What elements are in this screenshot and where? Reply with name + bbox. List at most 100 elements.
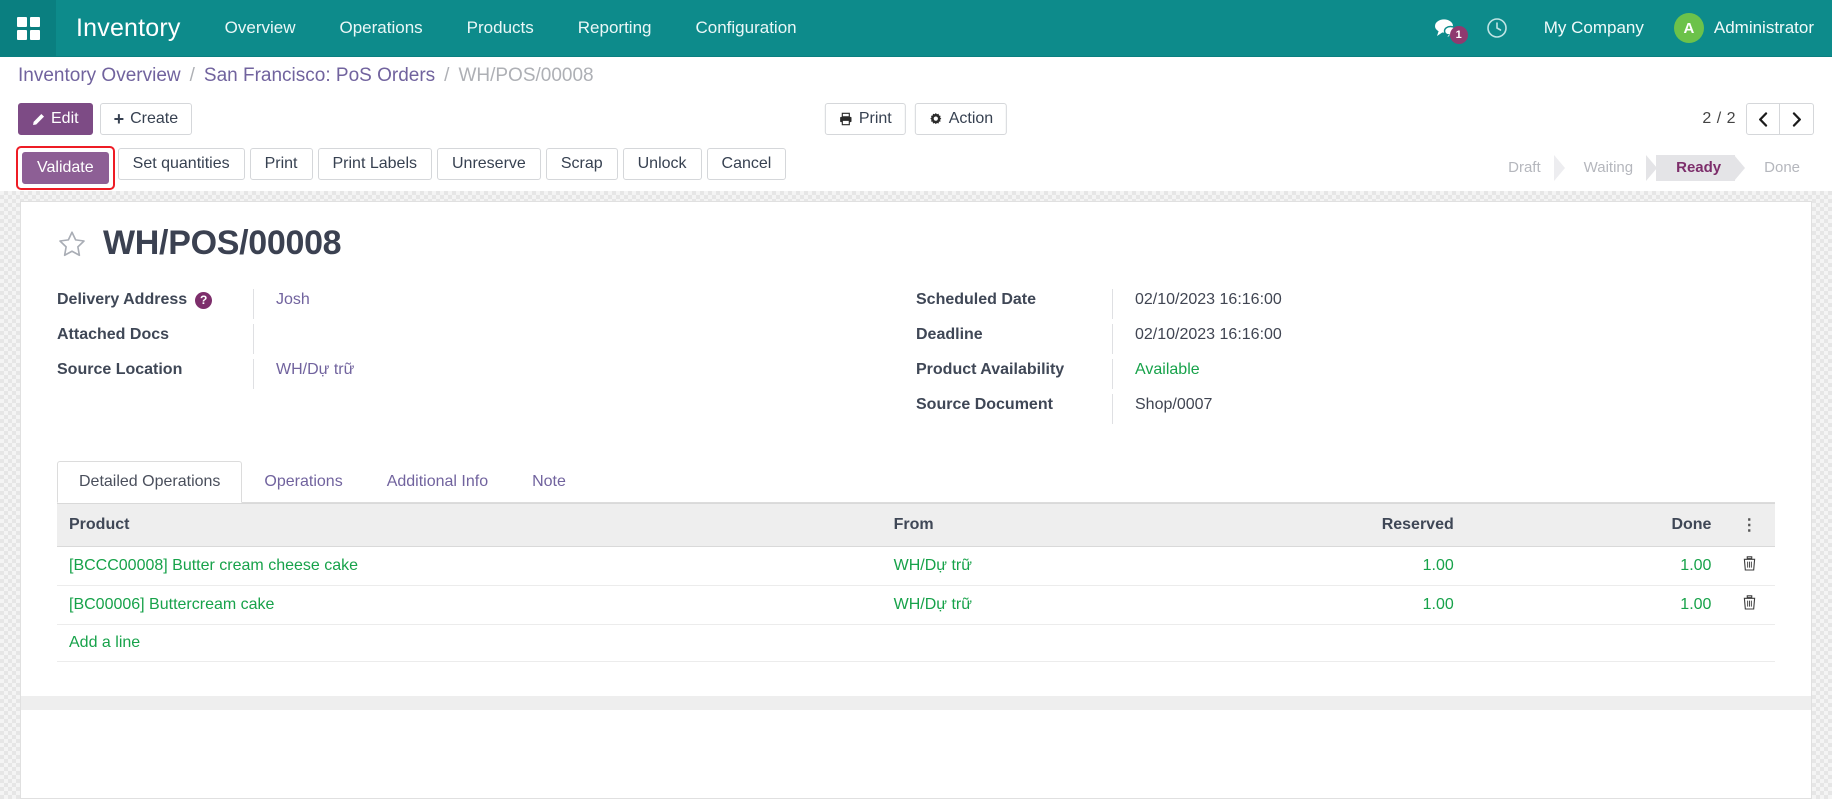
menu-item-overview[interactable]: Overview bbox=[203, 0, 318, 56]
deadline-value[interactable]: 02/10/2023 16:16:00 bbox=[1112, 324, 1751, 354]
attached-docs-value[interactable] bbox=[253, 324, 892, 354]
menu-item-products[interactable]: Products bbox=[445, 0, 556, 56]
cell-done[interactable]: 1.00 bbox=[1466, 547, 1724, 586]
company-selector[interactable]: My Company bbox=[1522, 18, 1666, 38]
column-header-done[interactable]: Done bbox=[1466, 504, 1724, 547]
unlock-button[interactable]: Unlock bbox=[623, 148, 702, 180]
detailed-operations-table: Product From Reserved Done ⋮ [BCCC00008]… bbox=[57, 503, 1775, 662]
delivery-address-value[interactable]: Josh bbox=[253, 289, 892, 319]
main-menu: Overview Operations Products Reporting C… bbox=[203, 0, 819, 56]
star-outline-icon[interactable] bbox=[57, 229, 87, 259]
set-quantities-button[interactable]: Set quantities bbox=[118, 148, 245, 180]
form-sheet: WH/POS/00008 Delivery Address ? Josh Att… bbox=[20, 201, 1812, 799]
breadcrumb-separator: / bbox=[435, 65, 458, 87]
menu-item-reporting[interactable]: Reporting bbox=[556, 0, 674, 56]
column-header-from[interactable]: From bbox=[882, 504, 1157, 547]
scheduled-date-label: Scheduled Date bbox=[916, 291, 1036, 309]
status-pipeline: Draft Waiting Ready Done bbox=[1494, 155, 1814, 181]
chevron-left-icon bbox=[1758, 112, 1768, 127]
cell-reserved[interactable]: 1.00 bbox=[1157, 586, 1466, 625]
print-workflow-button[interactable]: Print bbox=[250, 148, 313, 180]
app-brand-inventory[interactable]: Inventory bbox=[56, 14, 203, 43]
attached-docs-label: Attached Docs bbox=[57, 326, 169, 344]
column-header-product[interactable]: Product bbox=[57, 504, 882, 547]
tab-detailed-operations[interactable]: Detailed Operations bbox=[57, 461, 242, 503]
notebook-tabs: Detailed Operations Operations Additiona… bbox=[57, 461, 1775, 503]
field-label: Scheduled Date bbox=[916, 289, 1112, 309]
table-spacer bbox=[57, 662, 1775, 696]
help-icon[interactable]: ? bbox=[195, 292, 212, 309]
printer-icon bbox=[839, 112, 853, 126]
stage-draft[interactable]: Draft bbox=[1494, 155, 1555, 181]
delete-row-button[interactable] bbox=[1723, 547, 1775, 586]
pencil-icon bbox=[32, 113, 45, 126]
table-row[interactable]: [BC00006] Buttercream cake WH/Dự trữ 1.0… bbox=[57, 586, 1775, 625]
field-deadline: Deadline 02/10/2023 16:16:00 bbox=[916, 324, 1751, 359]
cell-from[interactable]: WH/Dự trữ bbox=[882, 547, 1157, 586]
user-menu[interactable]: A Administrator bbox=[1666, 13, 1814, 43]
print-labels-button[interactable]: Print Labels bbox=[318, 148, 433, 180]
field-source-document: Source Document Shop/0007 bbox=[916, 394, 1751, 429]
cell-product[interactable]: [BCCC00008] Butter cream cheese cake bbox=[57, 547, 882, 586]
column-header-reserved[interactable]: Reserved bbox=[1157, 504, 1466, 547]
add-a-line-link[interactable]: Add a line bbox=[57, 625, 1775, 662]
cell-from[interactable]: WH/Dự trữ bbox=[882, 586, 1157, 625]
action-button[interactable]: Action bbox=[915, 103, 1007, 135]
activities-button[interactable] bbox=[1472, 17, 1522, 39]
cell-product[interactable]: [BC00006] Buttercream cake bbox=[57, 586, 882, 625]
source-location-value[interactable]: WH/Dự trữ bbox=[253, 359, 892, 389]
page-title: WH/POS/00008 bbox=[103, 224, 341, 263]
stage-done[interactable]: Done bbox=[1744, 155, 1814, 181]
record-actions-group: Edit + Create bbox=[18, 103, 192, 135]
field-label: Product Availability bbox=[916, 359, 1112, 379]
apps-menu-button[interactable] bbox=[0, 0, 56, 56]
column-options-button[interactable]: ⋮ bbox=[1723, 504, 1775, 547]
table-body: [BCCC00008] Butter cream cheese cake WH/… bbox=[57, 547, 1775, 662]
trash-icon bbox=[1743, 556, 1756, 571]
pager-previous-button[interactable] bbox=[1746, 103, 1780, 135]
breadcrumb: Inventory Overview / San Francisco: PoS … bbox=[0, 56, 1832, 94]
validate-button-highlight: Validate bbox=[18, 148, 113, 188]
stage-ready[interactable]: Ready bbox=[1656, 155, 1735, 181]
breadcrumb-item-inventory-overview[interactable]: Inventory Overview bbox=[18, 65, 181, 87]
add-line-row[interactable]: Add a line bbox=[57, 625, 1775, 662]
create-button[interactable]: + Create bbox=[100, 103, 193, 135]
control-panel: Edit + Create Print Action 2 / 2 bbox=[0, 94, 1832, 144]
scheduled-date-value[interactable]: 02/10/2023 16:16:00 bbox=[1112, 289, 1751, 319]
field-label: Delivery Address ? bbox=[57, 289, 253, 309]
field-source-location: Source Location WH/Dự trữ bbox=[57, 359, 892, 394]
scrap-button[interactable]: Scrap bbox=[546, 148, 618, 180]
product-availability-label: Product Availability bbox=[916, 361, 1064, 379]
table-header: Product From Reserved Done ⋮ bbox=[57, 504, 1775, 547]
tab-operations[interactable]: Operations bbox=[242, 461, 364, 503]
print-button[interactable]: Print bbox=[825, 103, 906, 135]
gear-icon bbox=[929, 112, 943, 126]
table-row[interactable]: [BCCC00008] Butter cream cheese cake WH/… bbox=[57, 547, 1775, 586]
menu-item-operations[interactable]: Operations bbox=[318, 0, 445, 56]
print-action-group: Print Action bbox=[825, 103, 1007, 135]
edit-button[interactable]: Edit bbox=[18, 103, 93, 135]
tab-note[interactable]: Note bbox=[510, 461, 588, 503]
field-delivery-address: Delivery Address ? Josh bbox=[57, 289, 892, 324]
sheet-footer-strip bbox=[21, 696, 1811, 710]
messages-button[interactable]: 1 bbox=[1420, 18, 1472, 38]
clock-icon bbox=[1486, 17, 1508, 39]
cancel-button[interactable]: Cancel bbox=[707, 148, 787, 180]
delete-row-button[interactable] bbox=[1723, 586, 1775, 625]
stage-waiting[interactable]: Waiting bbox=[1564, 155, 1647, 181]
cell-done[interactable]: 1.00 bbox=[1466, 586, 1724, 625]
cell-reserved[interactable]: 1.00 bbox=[1157, 547, 1466, 586]
user-name-label: Administrator bbox=[1714, 18, 1814, 38]
menu-item-configuration[interactable]: Configuration bbox=[673, 0, 818, 56]
print-button-label: Print bbox=[859, 110, 892, 128]
breadcrumb-item-pos-orders[interactable]: San Francisco: PoS Orders bbox=[204, 65, 435, 87]
source-document-value[interactable]: Shop/0007 bbox=[1112, 394, 1751, 424]
unreserve-button[interactable]: Unreserve bbox=[437, 148, 541, 180]
pager-buttons bbox=[1746, 103, 1814, 135]
create-button-label: Create bbox=[130, 110, 178, 128]
form-column-right: Scheduled Date 02/10/2023 16:16:00 Deadl… bbox=[916, 289, 1775, 429]
action-button-label: Action bbox=[949, 110, 993, 128]
tab-additional-info[interactable]: Additional Info bbox=[365, 461, 510, 503]
validate-button[interactable]: Validate bbox=[22, 152, 109, 184]
pager-next-button[interactable] bbox=[1780, 103, 1814, 135]
